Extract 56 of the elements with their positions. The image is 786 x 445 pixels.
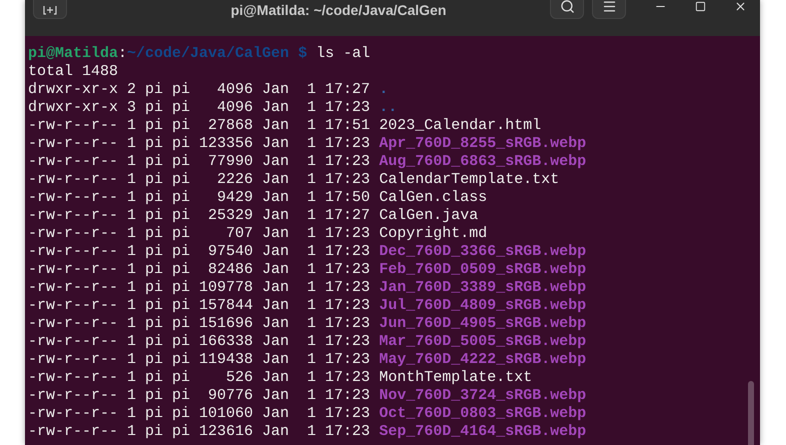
file-details: -rw-r--r-- 1 pi pi 9429 Jan 1 17:50 (28, 189, 370, 207)
file-details: -rw-r--r-- 1 pi pi 123616 Jan 1 17:23 (28, 423, 370, 441)
file-name: CalendarTemplate.txt (379, 171, 560, 189)
prompt-user-host: pi@Matilda (28, 45, 118, 63)
maximize-icon (694, 0, 706, 12)
file-details: -rw-r--r-- 1 pi pi 27868 Jan 1 17:51 (28, 117, 370, 135)
output-line: total 1488 (28, 63, 120, 81)
file-name: Sep_760D_4164_sRGB.webp (379, 423, 586, 441)
file-details: drwxr-xr-x 3 pi pi 4096 Jan 1 17:23 (28, 99, 370, 117)
file-name: Jun_760D_4905_sRGB.webp (379, 315, 586, 333)
file-name: Mar_760D_5005_sRGB.webp (379, 333, 586, 351)
file-name: 2023_Calendar.html (379, 117, 542, 135)
close-icon (734, 0, 746, 12)
new-tab-icon (43, 5, 57, 15)
file-name: Feb_760D_0509_sRGB.webp (379, 261, 586, 279)
prompt-path: ~/code/Java/CalGen (127, 45, 290, 63)
file-name: .. (379, 99, 398, 117)
file-name: Nov_760D_3724_sRGB.webp (379, 387, 586, 405)
file-name: MonthTemplate.txt (379, 369, 532, 387)
file-details: -rw-r--r-- 1 pi pi 123356 Jan 1 17:23 (28, 135, 370, 153)
search-icon (560, 0, 574, 14)
window-title: pi@Matilda: ~/code/Java/CalGen (230, 2, 446, 18)
file-details: -rw-r--r-- 1 pi pi 109778 Jan 1 17:23 (28, 279, 370, 297)
file-name: Aug_760D_6863_sRGB.webp (379, 153, 586, 171)
file-details: -rw-r--r-- 1 pi pi 25329 Jan 1 17:27 (28, 207, 370, 225)
scrollbar-thumb[interactable] (748, 381, 754, 445)
menu-button[interactable] (592, 0, 626, 19)
file-details: -rw-r--r-- 1 pi pi 707 Jan 1 17:23 (28, 225, 370, 243)
file-name: Jan_760D_3389_sRGB.webp (379, 279, 586, 297)
file-details: -rw-r--r-- 1 pi pi 90776 Jan 1 17:23 (28, 387, 370, 405)
file-name: May_760D_4222_sRGB.webp (379, 351, 586, 369)
file-details: drwxr-xr-x 2 pi pi 4096 Jan 1 17:27 (28, 81, 370, 99)
file-name: CalGen.java (379, 207, 478, 225)
menu-icon (602, 0, 616, 14)
search-button[interactable] (550, 0, 584, 19)
prompt-symbol: $ (298, 45, 308, 63)
file-details: -rw-r--r-- 1 pi pi 526 Jan 1 17:23 (28, 369, 370, 387)
file-details: -rw-r--r-- 1 pi pi 97540 Jan 1 17:23 (28, 243, 370, 261)
file-details: -rw-r--r-- 1 pi pi 101060 Jan 1 17:23 (28, 405, 370, 423)
file-name: Dec_760D_3366_sRGB.webp (379, 243, 586, 261)
file-name: Apr_760D_8255_sRGB.webp (379, 135, 586, 153)
prompt-separator: : (118, 45, 128, 63)
file-name: Jul_760D_4809_sRGB.webp (379, 297, 586, 315)
file-details: -rw-r--r-- 1 pi pi 166338 Jan 1 17:23 (28, 333, 370, 351)
file-name: Copyright.md (379, 225, 488, 243)
file-details: -rw-r--r-- 1 pi pi 82486 Jan 1 17:23 (28, 261, 370, 279)
file-details: -rw-r--r-- 1 pi pi 151696 Jan 1 17:23 (28, 315, 370, 333)
file-name: Oct_760D_0803_sRGB.webp (379, 405, 586, 423)
command-text: ls -al (316, 45, 370, 63)
file-details: -rw-r--r-- 1 pi pi 2226 Jan 1 17:23 (28, 171, 370, 189)
new-tab-button[interactable] (33, 0, 67, 19)
file-details: -rw-r--r-- 1 pi pi 157844 Jan 1 17:23 (28, 297, 370, 315)
file-details: -rw-r--r-- 1 pi pi 119438 Jan 1 17:23 (28, 351, 370, 369)
file-details: -rw-r--r-- 1 pi pi 77990 Jan 1 17:23 (28, 153, 370, 171)
file-name: . (379, 81, 388, 99)
file-name: CalGen.class (379, 189, 488, 207)
